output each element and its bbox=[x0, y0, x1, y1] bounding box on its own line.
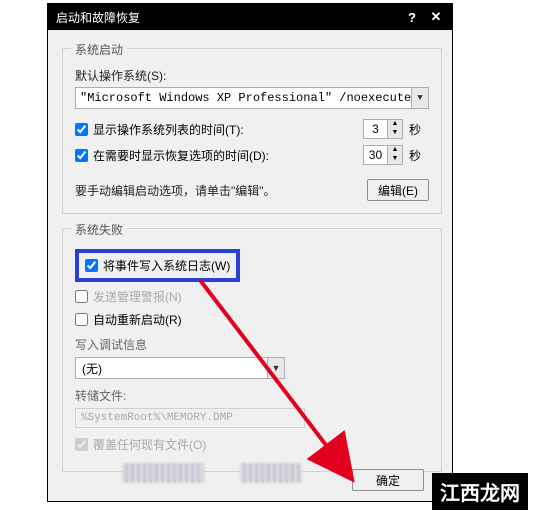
help-icon[interactable]: ? bbox=[400, 8, 424, 26]
show-recovery-checkbox[interactable] bbox=[75, 149, 88, 162]
dialog-content: 系统启动 默认操作系统(S): "Microsoft Windows XP Pr… bbox=[48, 30, 452, 482]
debug-info-select[interactable]: (无) ▼ bbox=[75, 357, 285, 379]
write-log-checkbox[interactable] bbox=[85, 259, 98, 272]
chevron-down-icon[interactable]: ▼ bbox=[267, 358, 284, 378]
os-list-seconds-spinner[interactable]: 3 ▲▼ bbox=[363, 119, 403, 139]
send-alert-label: 发送管理警报(N) bbox=[93, 288, 182, 305]
titlebar[interactable]: 启动和故障恢复 ? ✕ bbox=[48, 4, 452, 30]
dump-file-field: %SystemRoot%\MEMORY.DMP bbox=[75, 408, 305, 428]
ok-button[interactable]: 确定 bbox=[352, 469, 424, 491]
window-title: 启动和故障恢复 bbox=[56, 9, 400, 26]
recovery-seconds-spinner[interactable]: 30 ▲▼ bbox=[363, 145, 403, 165]
default-os-select[interactable]: "Microsoft Windows XP Professional" /noe… bbox=[75, 87, 429, 109]
system-failure-group: 系统失败 将事件写入系统日志(W) 发送管理警报(N) 自动重新启动(R) 写入… bbox=[62, 228, 442, 472]
default-os-value: "Microsoft Windows XP Professional" /noe… bbox=[80, 91, 424, 105]
overwrite-label: 覆盖任何现有文件(O) bbox=[93, 436, 206, 453]
show-os-list-checkbox[interactable] bbox=[75, 123, 88, 136]
spinner-down-icon[interactable]: ▼ bbox=[388, 155, 402, 164]
blurred-region bbox=[122, 463, 204, 483]
blurred-region bbox=[240, 463, 302, 483]
send-alert-checkbox[interactable] bbox=[75, 290, 88, 303]
dump-file-value: %SystemRoot%\MEMORY.DMP bbox=[81, 412, 233, 424]
dialog-button-row: 确定 bbox=[352, 469, 424, 491]
seconds-unit: 秒 bbox=[409, 121, 421, 138]
failure-legend: 系统失败 bbox=[71, 221, 127, 238]
debug-info-header: 写入调试信息 bbox=[75, 336, 429, 353]
close-icon[interactable]: ✕ bbox=[424, 8, 448, 26]
dump-file-header: 转储文件: bbox=[75, 387, 429, 404]
overwrite-checkbox bbox=[75, 438, 88, 451]
write-log-label: 将事件写入系统日志(W) bbox=[103, 257, 230, 274]
os-list-seconds-value: 3 bbox=[364, 122, 387, 136]
spinner-up-icon[interactable]: ▲ bbox=[388, 120, 402, 129]
show-os-list-label: 显示操作系统列表的时间(T): bbox=[93, 121, 244, 138]
system-startup-group: 系统启动 默认操作系统(S): "Microsoft Windows XP Pr… bbox=[62, 48, 442, 214]
seconds-unit: 秒 bbox=[409, 147, 421, 164]
watermark: 江西龙网 bbox=[432, 473, 528, 510]
startup-legend: 系统启动 bbox=[71, 41, 127, 58]
show-recovery-label: 在需要时显示恢复选项的时间(D): bbox=[93, 147, 269, 164]
spinner-down-icon[interactable]: ▼ bbox=[388, 129, 402, 138]
auto-restart-checkbox[interactable] bbox=[75, 313, 88, 326]
debug-info-value: (无) bbox=[82, 360, 102, 377]
startup-recovery-dialog: 启动和故障恢复 ? ✕ 系统启动 默认操作系统(S): "Microsoft W… bbox=[47, 3, 453, 502]
recovery-seconds-value: 30 bbox=[364, 148, 387, 162]
write-log-highlight: 将事件写入系统日志(W) bbox=[75, 249, 240, 282]
chevron-down-icon[interactable]: ▼ bbox=[411, 88, 428, 108]
spinner-up-icon[interactable]: ▲ bbox=[388, 146, 402, 155]
auto-restart-label: 自动重新启动(R) bbox=[93, 311, 182, 328]
default-os-label: 默认操作系统(S): bbox=[75, 67, 166, 84]
edit-button[interactable]: 编辑(E) bbox=[367, 179, 429, 201]
edit-prompt: 要手动编辑启动选项，请单击"编辑"。 bbox=[75, 182, 367, 199]
